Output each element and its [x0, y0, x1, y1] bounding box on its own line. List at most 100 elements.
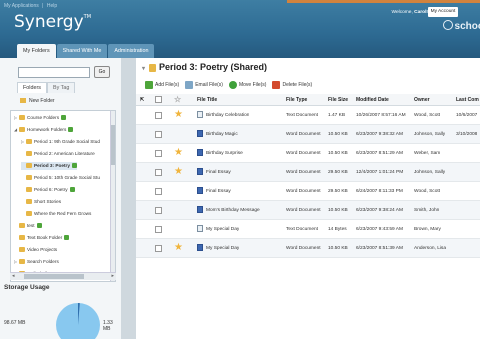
row-checkbox[interactable] [155, 131, 162, 138]
row-checkbox[interactable] [155, 226, 162, 233]
row-checkbox[interactable] [155, 112, 162, 119]
col-file-size[interactable]: File Size [328, 94, 348, 106]
file-title[interactable]: Final Essay [206, 189, 231, 194]
tree-item[interactable]: Period 6: Poetry [21, 186, 75, 194]
tree-item[interactable]: Period 5: 10th Grade Social Stu [21, 174, 100, 182]
col-file-type[interactable]: File Type [286, 94, 307, 106]
table-row[interactable]: ★ My Special Day Word Document 10.50 KB 6/23… [136, 239, 480, 258]
delete-files-label: Delete File(s) [282, 82, 313, 88]
tree-item[interactable]: ▷ Search Folders [14, 258, 59, 266]
tree-item-label: Period 2: American Literature [34, 151, 95, 156]
scroll-thumb[interactable] [111, 125, 115, 165]
scroll-right-arrow-icon[interactable]: ▸ [111, 273, 114, 279]
table-row[interactable]: ★ Birthday Celebration Text Document 1.47 K… [136, 106, 480, 125]
tab-my-folders[interactable]: My Folders [17, 44, 56, 58]
star-icon[interactable]: ★ [174, 147, 183, 159]
move-files-button[interactable]: Move File(s) [228, 78, 266, 92]
folder-tabs: Folders By Tag [17, 82, 76, 93]
table-row[interactable]: Birthday Magic Word Document 10.50 KB 6/23/… [136, 125, 480, 144]
link-my-applications[interactable]: My Applications [4, 3, 39, 9]
col-last-comment[interactable]: Last Com [456, 94, 479, 106]
row-checkbox[interactable] [155, 169, 162, 176]
table-row[interactable]: ★ Birthday Surprise Word Document 10.50 KB 6… [136, 144, 480, 163]
tree-item[interactable]: Text Book Folder [14, 234, 70, 242]
file-title[interactable]: My Special Day [206, 246, 239, 251]
tree-item[interactable]: ◢ Homework Folders [14, 126, 74, 134]
file-title-cell[interactable]: Birthday Surprise [197, 144, 243, 163]
file-title[interactable]: My Special Day [206, 227, 239, 232]
header-star-icon[interactable]: ☆ [174, 94, 181, 106]
tab-folders[interactable]: Folders [17, 82, 47, 93]
header-select-icon[interactable]: ⇱ [140, 94, 144, 106]
row-checkbox[interactable] [155, 188, 162, 195]
row-checkbox[interactable] [155, 150, 162, 157]
folder-icon [19, 127, 25, 133]
new-folder-button[interactable]: New Folder [20, 98, 55, 104]
file-title-cell[interactable]: Birthday Celebration [197, 106, 249, 125]
table-row[interactable]: Mom's Birthday Message Word Document 10.50… [136, 201, 480, 220]
scroll-left-arrow-icon[interactable]: ◂ [12, 273, 15, 279]
shared-folder-icon [71, 163, 77, 169]
file-title[interactable]: Birthday Surprise [206, 151, 243, 156]
star-icon[interactable]: ★ [174, 166, 183, 178]
word-document-icon [197, 206, 203, 214]
chevron-down-icon[interactable]: ▾ [142, 66, 145, 72]
select-all-checkbox[interactable] [155, 96, 162, 103]
table-row[interactable]: My Special Day Text Document 14 Bytes 6/23/… [136, 220, 480, 239]
search-input[interactable] [18, 67, 90, 78]
add-files-button[interactable]: Add File(s) [145, 78, 179, 92]
col-modified-date[interactable]: Modified Date [356, 94, 389, 106]
file-title-cell[interactable]: My Special Day [197, 239, 239, 258]
tree-item[interactable]: Where the Red Fern Grows [21, 210, 91, 218]
tree-item[interactable]: Period 3: Poetry [21, 162, 77, 170]
folder-title-text: Period 3: Poetry (Shared) [159, 62, 268, 72]
owner-cell: Wood, Scott [414, 113, 441, 118]
tree-item[interactable]: Video Projects [14, 246, 57, 254]
star-icon[interactable]: ★ [174, 109, 183, 121]
my-account-button[interactable]: My Account [428, 7, 458, 17]
col-file-title[interactable]: File Title [197, 94, 217, 106]
file-title[interactable]: Mom's Birthday Message [206, 208, 260, 213]
file-title-cell[interactable]: Birthday Magic [197, 125, 238, 144]
tree-item-label: Short Stories [34, 199, 62, 204]
modified-date-cell: 6/23/2007 8:51:29 AM [356, 151, 403, 156]
tree-item[interactable]: Short Stories [21, 198, 61, 206]
modified-date-cell: 12/4/2007 1:01:24 PM [356, 170, 404, 175]
scroll-thumb[interactable] [24, 274, 84, 279]
file-title-cell[interactable]: Final Essay [197, 163, 231, 182]
folder-icon [26, 151, 32, 157]
table-row[interactable]: ★ Final Essay Word Document 29.50 KB 12/4/20… [136, 163, 480, 182]
file-size-cell: 14 Bytes [328, 227, 347, 232]
star-icon[interactable]: ★ [174, 242, 183, 254]
tree-horizontal-scrollbar[interactable]: ◂ ▸ [10, 272, 116, 280]
email-files-button[interactable]: Email File(s) [185, 78, 223, 92]
tab-shared-with-me[interactable]: Shared With Me [56, 44, 108, 58]
tab-by-tag[interactable]: By Tag [46, 82, 76, 93]
tree-item[interactable]: ▷ Period 1: 9th Grade Social Stud [21, 138, 100, 146]
file-title[interactable]: Final Essay [206, 170, 231, 175]
last-comment-cell: 3/10/2008 [456, 132, 478, 137]
tree-item[interactable]: test [14, 222, 42, 230]
folder-icon [26, 187, 32, 193]
row-checkbox[interactable] [155, 245, 162, 252]
tab-administration[interactable]: Administration [108, 44, 155, 58]
file-type-cell: Word Document [286, 151, 321, 156]
tree-vertical-scrollbar[interactable] [110, 111, 115, 281]
file-title-cell[interactable]: Final Essay [197, 182, 231, 201]
file-title[interactable]: Birthday Magic [206, 132, 238, 137]
col-owner[interactable]: Owner [414, 94, 430, 106]
file-size-cell: 10.50 KB [328, 151, 348, 156]
file-title-cell[interactable]: My Special Day [197, 220, 239, 239]
file-size-cell: 29.50 KB [328, 189, 348, 194]
folder-icon [26, 139, 32, 145]
link-help[interactable]: Help [47, 3, 57, 9]
owner-cell: Johnson, Sally [414, 170, 446, 175]
tree-item[interactable]: ▷ Course Folders [14, 114, 67, 122]
table-row[interactable]: Final Essay Word Document 29.50 KB 6/24/200… [136, 182, 480, 201]
row-checkbox[interactable] [155, 207, 162, 214]
delete-files-button[interactable]: Delete File(s) [272, 78, 312, 92]
file-title-cell[interactable]: Mom's Birthday Message [197, 201, 260, 220]
go-button[interactable]: Go [94, 66, 110, 78]
tree-item[interactable]: Period 2: American Literature [21, 150, 95, 158]
file-title[interactable]: Birthday Celebration [206, 113, 249, 118]
